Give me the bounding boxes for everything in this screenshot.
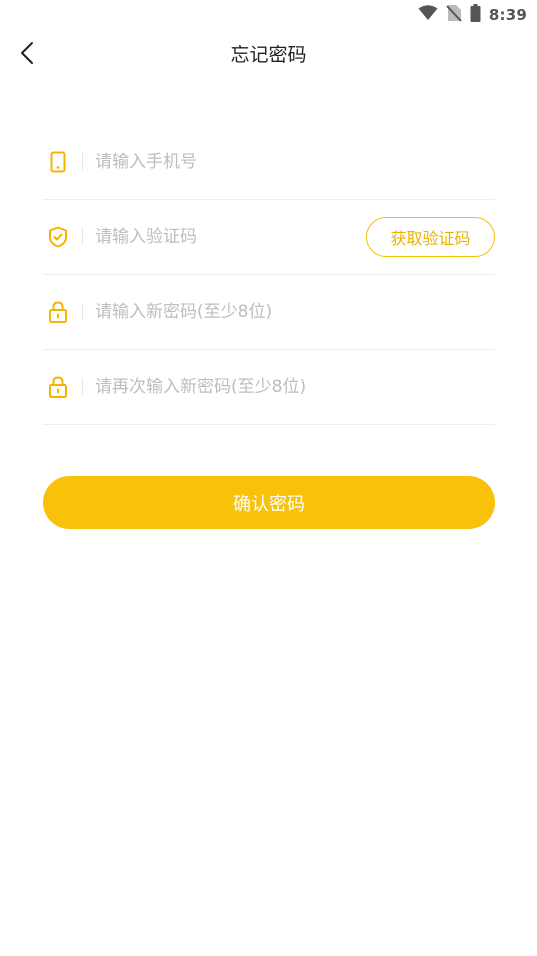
shield-check-icon: [47, 226, 69, 248]
phone-row: [43, 125, 495, 200]
get-code-button[interactable]: 获取验证码: [366, 217, 495, 257]
code-row: 获取验证码: [43, 200, 495, 275]
row-divider: [82, 378, 83, 395]
confirm-password-row: [43, 350, 495, 425]
lock-icon: [47, 376, 69, 398]
verification-code-input[interactable]: [95, 222, 395, 252]
status-bar: 8:39: [0, 0, 537, 30]
phone-input[interactable]: [95, 147, 395, 177]
page-title: 忘记密码: [230, 44, 307, 66]
new-password-input[interactable]: [95, 297, 485, 327]
no-sim-icon: [446, 4, 462, 26]
wifi-icon: [418, 5, 438, 25]
battery-icon: [470, 4, 481, 26]
status-time: 8:39: [488, 6, 527, 24]
header: 忘记密码: [0, 30, 537, 80]
confirm-password-button[interactable]: 确认密码: [43, 476, 495, 529]
row-divider: [82, 153, 83, 170]
reset-password-form: 获取验证码: [43, 125, 495, 425]
phone-icon: [47, 151, 69, 173]
status-icons: 8:39: [418, 4, 527, 26]
row-divider: [82, 303, 83, 320]
confirm-password-input[interactable]: [95, 372, 485, 402]
lock-icon: [47, 301, 69, 323]
new-password-row: [43, 275, 495, 350]
row-divider: [82, 228, 83, 245]
